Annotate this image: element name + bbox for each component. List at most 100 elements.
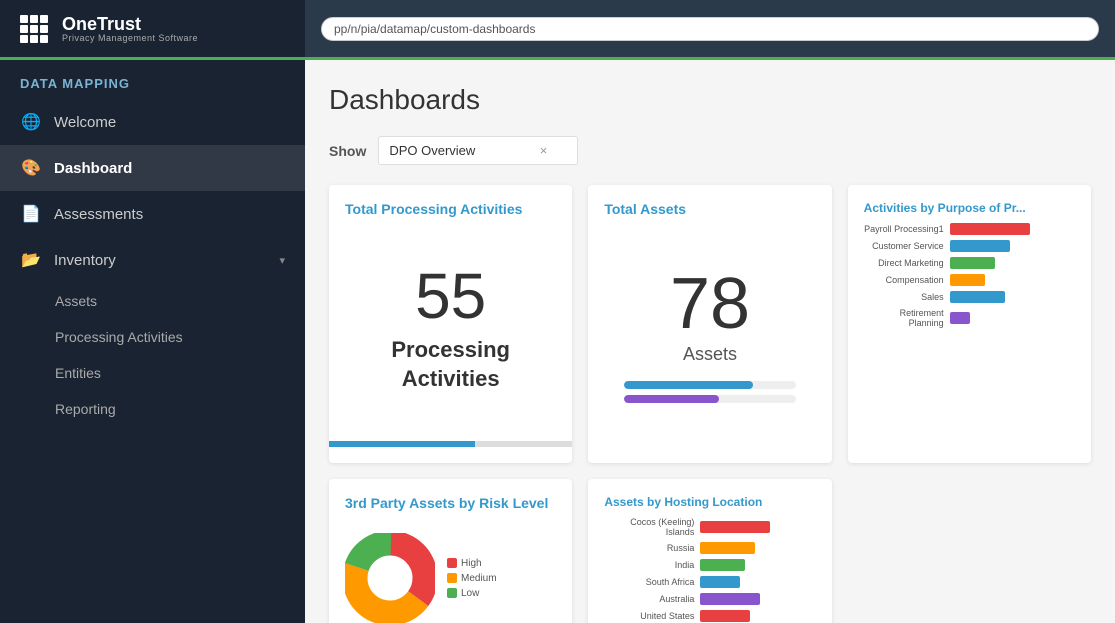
sidebar-item-assessments[interactable]: 📄 Assessments [0,191,305,237]
purpose-chart-item: Payroll Processing1 [864,223,1075,235]
url-bar[interactable]: pp/n/pia/datamap/custom-dashboards [321,17,1099,41]
hosting-chart-bar [700,593,760,605]
purpose-chart-item: Sales [864,291,1075,303]
assets-content: 78 Assets [604,229,815,447]
assets-progress-bar-2 [624,395,795,403]
legend-medium-color [447,573,457,583]
purpose-chart-label: Direct Marketing [864,258,944,268]
processing-progress-bar [329,441,572,447]
hosting-chart-label: Cocos (Keeling) Islands [604,517,694,537]
hosting-chart-item: Australia [604,593,815,605]
sidebar-item-inventory[interactable]: 📂 Inventory ▾ [0,237,305,283]
document-icon: 📄 [20,203,42,225]
sidebar-item-dashboard-label: Dashboard [54,160,132,177]
progress-fill-purple [624,395,718,403]
card-total-processing: Total Processing Activities 55 Processin… [329,185,572,463]
card-total-processing-title: Total Processing Activities [345,201,556,217]
purpose-chart-bar [950,257,995,269]
hosting-chart-label: South Africa [604,577,694,587]
purpose-chart-bar [950,223,1030,235]
purpose-chart-item: Direct Marketing [864,257,1075,269]
activities-purpose-chart: Payroll Processing1 Customer Service Dir… [864,223,1075,328]
card-total-assets: Total Assets 78 Assets [588,185,831,463]
third-party-title: 3rd Party Assets by Risk Level [345,495,556,511]
pie-legend: High Medium Low [447,558,497,599]
pie-chart [345,533,435,623]
progress-fill-blue [624,381,752,389]
purpose-chart-item: Compensation [864,274,1075,286]
sidebar-item-dashboard[interactable]: 🎨 Dashboard [0,145,305,191]
sidebar-sub-item-assets[interactable]: Assets [0,283,305,319]
show-label: Show [329,143,366,159]
purpose-chart-bar [950,291,1005,303]
hosting-chart-item: Cocos (Keeling) Islands [604,517,815,537]
processing-number: 55 [415,264,486,328]
sidebar-sub-item-entities[interactable]: Entities [0,355,305,391]
legend-high-label: High [461,558,482,569]
purpose-chart-label: Payroll Processing1 [864,224,944,234]
processing-label: Processing Activities [391,336,510,393]
pie-area: High Medium Low [345,523,556,623]
logo-name: OneTrust [62,15,198,33]
legend-low-color [447,588,457,598]
card-assets-by-hosting: Assets by Hosting Location Cocos (Keelin… [588,479,831,623]
purpose-chart-label: Retirement Planning [864,308,944,328]
sidebar-section-title: DATA MAPPING [0,60,305,99]
palette-icon: 🎨 [20,157,42,179]
hosting-chart-label: Russia [604,543,694,553]
apps-icon[interactable] [16,11,52,47]
assets-progress [624,381,795,409]
page-title: Dashboards [329,84,1091,116]
purpose-chart-label: Compensation [864,275,944,285]
hosting-chart: Cocos (Keeling) Islands Russia India Sou… [604,517,815,623]
dashboard-cards: Total Processing Activities 55 Processin… [329,185,1091,623]
logo-text: OneTrust Privacy Management Software [62,15,198,43]
show-select[interactable]: DPO Overview × [378,136,578,165]
app-body: DATA MAPPING 🌐 Welcome 🎨 Dashboard 📄 Ass… [0,60,1115,623]
sidebar-sub-item-processing-activities[interactable]: Processing Activities [0,319,305,355]
hosting-chart-item: India [604,559,815,571]
hosting-chart-label: United States [604,611,694,621]
assets-progress-bar-1 [624,381,795,389]
show-bar: Show DPO Overview × [329,136,1091,165]
sidebar-item-assessments-label: Assessments [54,206,143,223]
legend-low-label: Low [461,588,479,599]
legend-medium-label: Medium [461,573,497,584]
logo-subtitle: Privacy Management Software [62,33,198,43]
show-select-close[interactable]: × [540,143,548,158]
purpose-chart-label: Customer Service [864,241,944,251]
header-logo-area: OneTrust Privacy Management Software [0,0,305,60]
hosting-chart-label: Australia [604,594,694,604]
purpose-chart-bar [950,274,985,286]
card-total-processing-content: 55 Processing Activities [345,229,556,429]
sidebar-item-welcome-label: Welcome [54,114,116,131]
hosting-chart-label: India [604,560,694,570]
sidebar-item-welcome[interactable]: 🌐 Welcome [0,99,305,145]
hosting-chart-bar [700,559,745,571]
card-total-assets-title: Total Assets [604,201,815,217]
globe-icon: 🌐 [20,111,42,133]
hosting-chart-item: South Africa [604,576,815,588]
folder-icon: 📂 [20,249,42,271]
sidebar-sub-item-reporting[interactable]: Reporting [0,391,305,427]
card-third-party-assets: 3rd Party Assets by Risk Level High [329,479,572,623]
hosting-chart-bar [700,521,770,533]
hosting-chart-bar [700,542,755,554]
main-content: Dashboards Show DPO Overview × Total Pro… [305,60,1115,623]
sidebar-item-inventory-label: Inventory [54,252,116,269]
purpose-chart-bar [950,312,970,324]
app-header: OneTrust Privacy Management Software pp/… [0,0,1115,60]
hosting-chart-item: United States [604,610,815,622]
assets-label: Assets [683,344,737,365]
show-select-value: DPO Overview [389,143,475,158]
purpose-chart-bar [950,240,1010,252]
activities-purpose-title: Activities by Purpose of Pr... [864,201,1075,215]
chevron-down-icon: ▾ [279,254,285,267]
purpose-chart-item: Customer Service [864,240,1075,252]
purpose-chart-label: Sales [864,292,944,302]
sidebar: DATA MAPPING 🌐 Welcome 🎨 Dashboard 📄 Ass… [0,60,305,623]
card-activities-by-purpose: Activities by Purpose of Pr... Payroll P… [848,185,1091,463]
hosting-title: Assets by Hosting Location [604,495,815,509]
hosting-chart-item: Russia [604,542,815,554]
hosting-chart-bar [700,610,750,622]
